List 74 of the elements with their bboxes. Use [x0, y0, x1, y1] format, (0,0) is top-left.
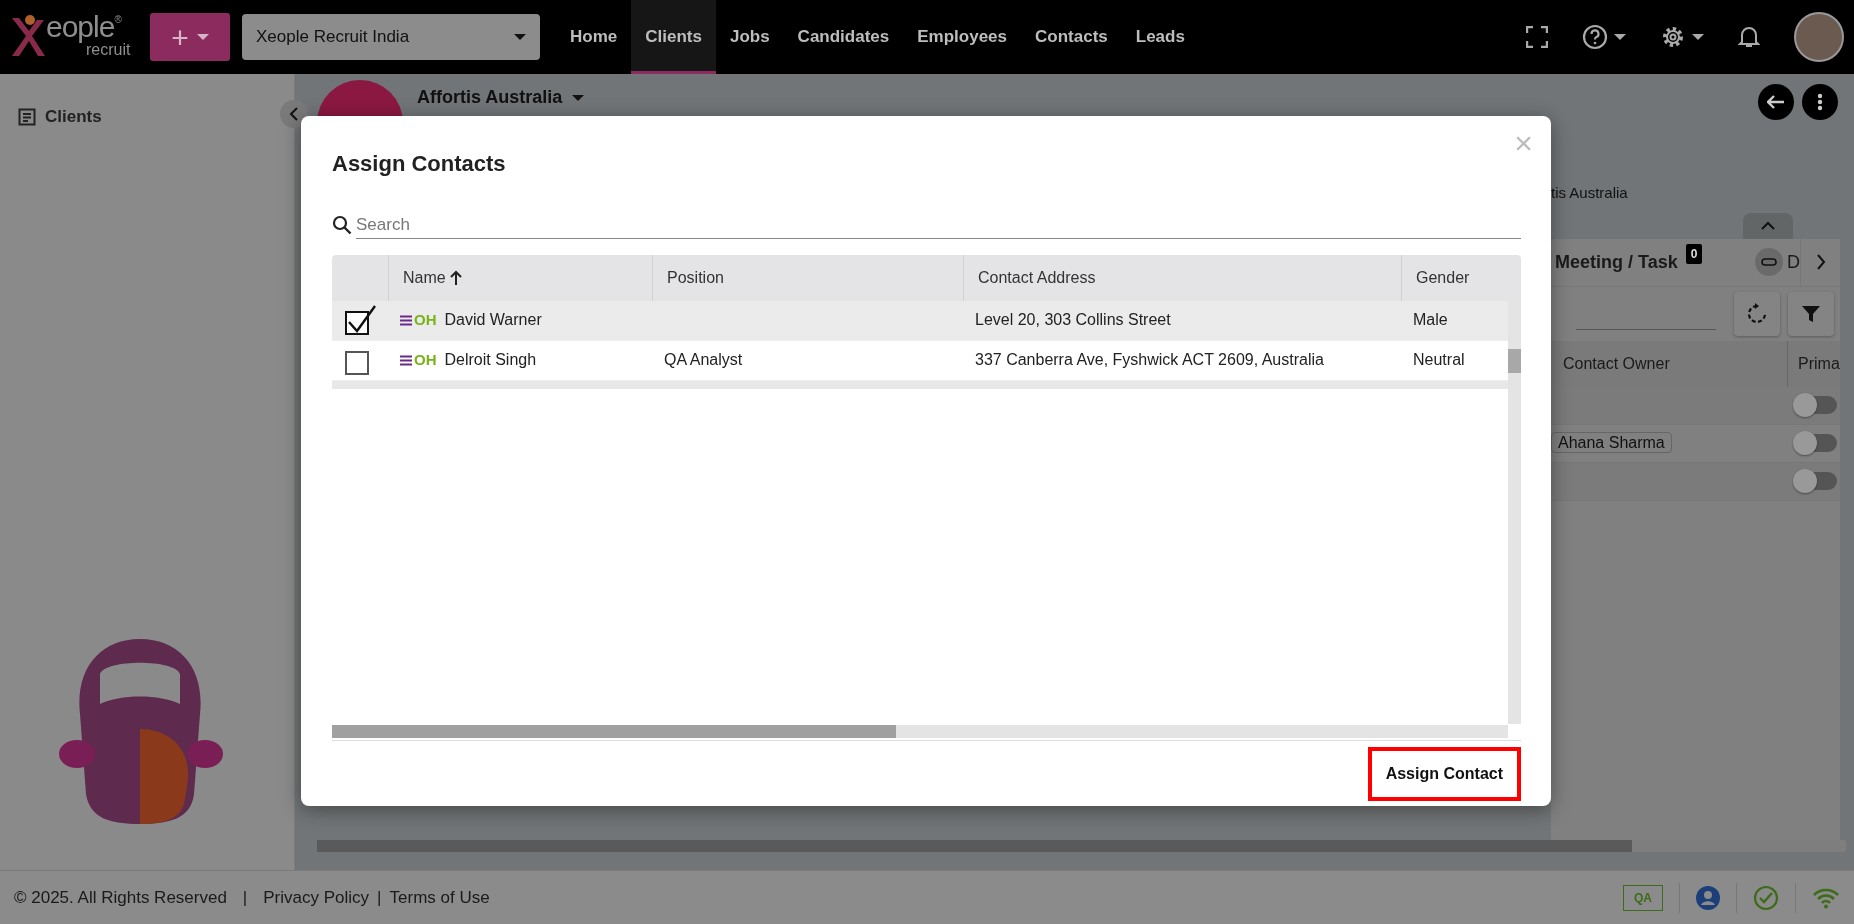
menu-tab[interactable]: Candidates	[783, 0, 904, 74]
more-button[interactable]	[1802, 84, 1838, 120]
source-tag: OH	[414, 308, 437, 332]
copyright-text: © 2025. All Rights Reserved	[14, 886, 227, 909]
table-cell: Male	[1413, 311, 1448, 328]
avatar[interactable]	[1794, 12, 1844, 62]
check-circle-icon[interactable]	[1753, 884, 1779, 911]
brand-name: eople	[46, 12, 115, 42]
row-checkbox[interactable]	[344, 304, 376, 336]
chevron-up-icon	[1761, 221, 1775, 230]
refresh-button[interactable]	[1734, 291, 1780, 336]
table-cell: 337 Canberra Ave, Fyshwick ACT 2609, Australia	[975, 351, 1324, 368]
panel-tab[interactable]: D	[1787, 248, 1800, 276]
company-dropdown[interactable]: Xeople Recruit India	[242, 14, 540, 60]
table-cell: Level 20, 303 Collins Street	[975, 311, 1171, 328]
menu-tab[interactable]: Jobs	[715, 0, 784, 74]
count-badge: 0	[1685, 244, 1703, 264]
horizontal-scrollbar[interactable]	[317, 840, 1846, 852]
contact-name: Delroit Singh	[444, 350, 537, 370]
sort-arrow-icon[interactable]	[449, 269, 462, 286]
chevron-left-icon	[289, 107, 299, 121]
environment-badge: QA	[1623, 884, 1663, 911]
back-arrow-icon	[1767, 95, 1785, 109]
horizontal-scrollbar[interactable]	[332, 725, 1508, 738]
collapse-button[interactable]	[280, 100, 308, 128]
registered-mark: ®	[114, 13, 122, 25]
collapse-up-button[interactable]	[1743, 212, 1793, 239]
source-tag: OH	[414, 348, 437, 372]
separator: |	[242, 886, 248, 909]
bell-icon[interactable]	[1738, 25, 1760, 49]
owner-chip: Ahana Sharma	[1551, 432, 1672, 453]
sidebar-item[interactable]: Clients	[18, 104, 276, 130]
client-name: Affortis Australia	[417, 86, 563, 109]
menu-tab[interactable]: Clients	[631, 0, 716, 74]
client-subtitle: tis Australia	[1551, 183, 1629, 203]
more-icon	[1817, 93, 1823, 111]
table-cell: QA Analyst	[664, 351, 743, 368]
chevron-right-icon	[1815, 254, 1826, 270]
column-header[interactable]: Position	[667, 265, 724, 290]
column-header[interactable]: Gender	[1416, 265, 1470, 290]
column-header: Prima	[1787, 340, 1840, 387]
menu-tab[interactable]: Contacts	[1021, 0, 1122, 74]
menu-lines-icon	[400, 314, 412, 326]
refresh-icon	[1746, 302, 1768, 325]
table-row[interactable]: OH David Warner Level 20, 303 Collins Street Male	[332, 300, 1508, 341]
assign-contact-button[interactable]: Assign Contact	[1367, 746, 1521, 801]
caret-icon[interactable]	[572, 94, 585, 101]
paperclip-icon[interactable]	[1755, 248, 1783, 276]
table-row[interactable]: OH Delroit Singh QA Analyst 337 Canberra Ave, Fyshwick ACT 2609, Australia Neutral	[332, 340, 1508, 381]
user-icon[interactable]	[1696, 885, 1720, 910]
column-header[interactable]: Name	[403, 265, 462, 290]
vertical-scrollbar[interactable]	[1508, 300, 1521, 724]
list-icon	[18, 107, 36, 126]
menu-tab[interactable]: Home	[556, 0, 632, 74]
add-button[interactable]: +	[150, 13, 230, 61]
column-header[interactable]: Contact Address	[978, 265, 1096, 290]
search-icon	[332, 215, 352, 236]
menu-tab[interactable]: Employees	[903, 0, 1021, 74]
panel-tab[interactable]: Meeting / Task	[1555, 248, 1678, 276]
menu-lines-icon	[400, 354, 412, 366]
settings-icon[interactable]	[1660, 24, 1704, 50]
filter-button[interactable]	[1788, 291, 1834, 336]
table-cell: Neutral	[1413, 351, 1465, 368]
separator: |	[377, 886, 382, 909]
help-icon[interactable]	[1582, 24, 1626, 50]
menu-tab[interactable]: Leads	[1121, 0, 1199, 74]
terms-link[interactable]: Terms of Use	[389, 884, 490, 911]
fullscreen-icon[interactable]	[1526, 26, 1548, 48]
back-button[interactable]	[1758, 84, 1794, 120]
dialog-title: Assign Contacts	[332, 150, 507, 178]
contact-name: David Warner	[444, 310, 542, 330]
column-header: Contact Owner	[1562, 353, 1671, 374]
privacy-link[interactable]: Privacy Policy	[263, 884, 370, 911]
brand-subtitle: recruit	[86, 41, 131, 60]
